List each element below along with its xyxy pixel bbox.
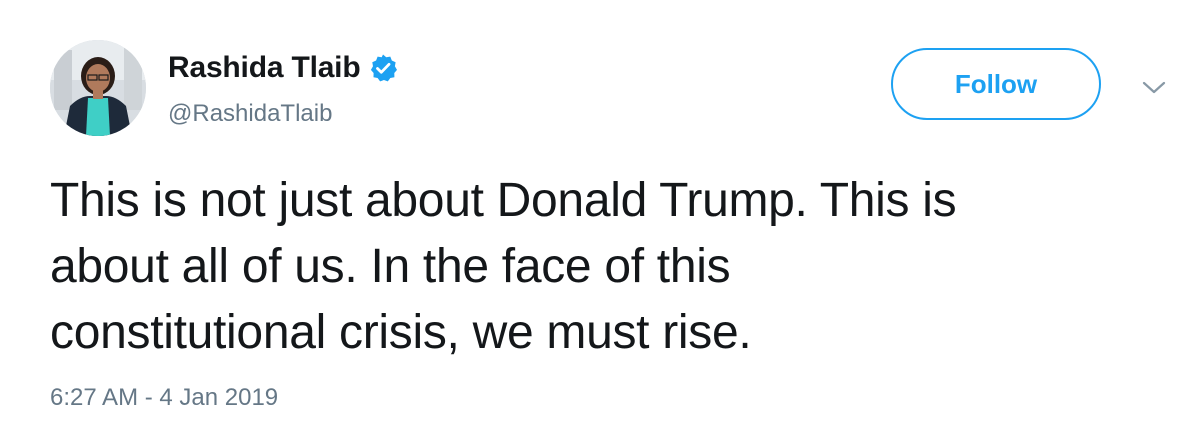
author-name-row[interactable]: Rashida Tlaib [168,48,398,88]
author-handle[interactable]: @RashidaTlaib [168,100,332,128]
tweet-text-line: about all of us. In the face of this [50,240,731,293]
profile-photo [50,40,146,136]
tweet-card: Rashida Tlaib @RashidaTlaib Follow This … [0,0,1192,436]
tweet-text-line: constitutional crisis, we must rise. [50,306,752,359]
avatar[interactable] [50,40,146,136]
verified-badge-icon [368,53,398,83]
follow-button[interactable]: Follow [891,48,1101,120]
tweet-timestamp[interactable]: 6:27 AM - 4 Jan 2019 [50,384,278,412]
chevron-down-icon[interactable] [1139,78,1169,98]
author-display-name[interactable]: Rashida Tlaib [168,51,361,85]
tweet-text: This is not just about Donald Trump. Thi… [50,168,1150,366]
tweet-text-line: This is not just about Donald Trump. Thi… [50,174,957,227]
